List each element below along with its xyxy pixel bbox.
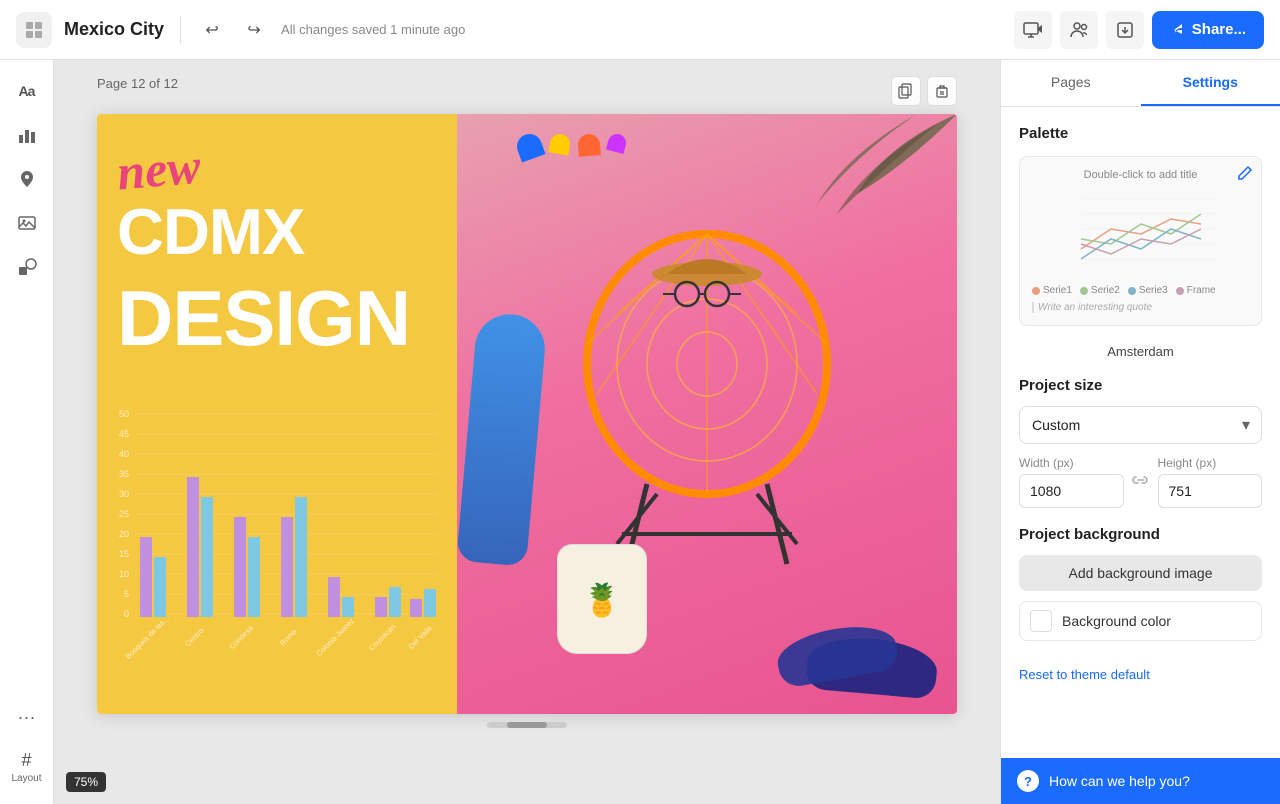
palette-edit-button[interactable] bbox=[1237, 165, 1253, 186]
sidebar-item-shapes[interactable] bbox=[8, 248, 46, 286]
project-background-title: Project background bbox=[1019, 526, 1262, 543]
palette-section: Palette Double-click to add title bbox=[1001, 107, 1280, 359]
svg-text:Centro: Centro bbox=[183, 626, 205, 648]
palette-preview-title: Double-click to add title bbox=[1032, 169, 1249, 181]
sidebar-item-more[interactable]: ··· bbox=[8, 698, 46, 736]
canvas-area[interactable]: Page 12 of 12 new CDMX bbox=[54, 60, 1000, 804]
width-label: Width (px) bbox=[1019, 456, 1124, 470]
canvas-design: DESIGN bbox=[117, 279, 410, 357]
main-area: Aa ··· # Layout Page 12 of 12 bbox=[0, 60, 1280, 804]
svg-text:Condesa: Condesa bbox=[227, 623, 255, 651]
height-group: Height (px) bbox=[1158, 456, 1263, 508]
height-input[interactable] bbox=[1158, 474, 1263, 508]
width-group: Width (px) bbox=[1019, 456, 1124, 508]
collaborate-button[interactable] bbox=[1060, 11, 1098, 49]
right-sidebar: Pages Settings Palette Double-click to a… bbox=[1000, 60, 1280, 804]
sidebar-item-image[interactable] bbox=[8, 204, 46, 242]
height-label: Height (px) bbox=[1158, 456, 1263, 470]
svg-text:25: 25 bbox=[119, 509, 129, 519]
tab-bar: Pages Settings bbox=[1001, 60, 1280, 107]
undo-button[interactable]: ↩ bbox=[197, 15, 227, 45]
svg-text:Del Valle: Del Valle bbox=[407, 624, 434, 651]
page-label: Page 12 of 12 bbox=[97, 76, 178, 91]
tab-pages[interactable]: Pages bbox=[1001, 60, 1141, 106]
project-size-dropdown[interactable]: Custom Letter A4 Instagram Post bbox=[1019, 406, 1262, 444]
project-background-section: Project background Add background image … bbox=[1001, 526, 1280, 659]
svg-text:Roma: Roma bbox=[278, 626, 299, 647]
background-color-row[interactable]: Background color bbox=[1019, 601, 1262, 641]
link-icon bbox=[1132, 471, 1150, 494]
zoom-indicator: 75% bbox=[66, 772, 106, 792]
canvas-new-text: new bbox=[115, 140, 202, 197]
svg-text:45: 45 bbox=[119, 429, 129, 439]
svg-text:Bosques de las...: Bosques de las... bbox=[124, 614, 171, 661]
project-size-section: Project size Custom Letter A4 Instagram … bbox=[1001, 359, 1280, 526]
saved-status: All changes saved 1 minute ago bbox=[281, 22, 1002, 37]
dimensions-row: Width (px) Height (px) bbox=[1019, 456, 1262, 508]
svg-text:Coyoacán: Coyoacán bbox=[367, 622, 397, 652]
svg-text:15: 15 bbox=[119, 549, 129, 559]
svg-text:30: 30 bbox=[119, 489, 129, 499]
bar-chart: 0 5 10 15 20 25 30 35 40 45 50 bbox=[97, 404, 457, 714]
svg-text:35: 35 bbox=[119, 469, 129, 479]
svg-text:10: 10 bbox=[119, 569, 129, 579]
svg-text:20: 20 bbox=[119, 529, 129, 539]
palette-legend: Serie1 Serie2 Serie3 Frame bbox=[1032, 285, 1249, 296]
svg-text:0: 0 bbox=[124, 609, 129, 619]
canvas-scrollbar[interactable] bbox=[487, 722, 567, 728]
help-bar[interactable]: ? How can we help you? bbox=[1001, 758, 1280, 804]
svg-text:5: 5 bbox=[124, 589, 129, 599]
app-logo bbox=[16, 12, 52, 48]
canvas-cdmx: CDMX bbox=[117, 199, 304, 264]
topbar-actions: Share... bbox=[1014, 11, 1264, 49]
add-background-image-button[interactable]: Add background image bbox=[1019, 555, 1262, 591]
palette-chart-svg bbox=[1061, 189, 1221, 279]
width-input[interactable] bbox=[1019, 474, 1124, 508]
layout-button[interactable]: # Layout bbox=[11, 742, 41, 792]
project-title: Mexico City bbox=[64, 19, 164, 40]
sidebar-item-chart[interactable] bbox=[8, 116, 46, 154]
canvas-left-panel: new CDMX DESIGN bbox=[97, 114, 457, 714]
export-button[interactable] bbox=[1106, 11, 1144, 49]
background-color-label: Background color bbox=[1062, 613, 1171, 629]
tab-settings[interactable]: Settings bbox=[1141, 60, 1280, 106]
palette-preview[interactable]: Double-click to add title Serie1 bbox=[1019, 156, 1262, 326]
palette-name: Amsterdam bbox=[1019, 344, 1262, 359]
project-size-dropdown-wrapper[interactable]: Custom Letter A4 Instagram Post bbox=[1019, 406, 1262, 444]
reset-theme-link[interactable]: Reset to theme default bbox=[1001, 659, 1280, 690]
background-color-swatch bbox=[1030, 610, 1052, 632]
left-sidebar: Aa ··· # Layout bbox=[0, 60, 54, 804]
palette-quote: Write an interesting quote bbox=[1032, 302, 1249, 313]
duplicate-page-button[interactable] bbox=[891, 76, 921, 106]
sidebar-item-text[interactable]: Aa bbox=[8, 72, 46, 110]
svg-text:Colonia Juarez: Colonia Juarez bbox=[314, 616, 356, 658]
redo-button[interactable]: ↪ bbox=[239, 15, 269, 45]
delete-page-button[interactable] bbox=[927, 76, 957, 106]
help-icon: ? bbox=[1017, 770, 1039, 792]
topbar: Mexico City ↩ ↪ All changes saved 1 minu… bbox=[0, 0, 1280, 60]
canvas-right-panel: 🍍 bbox=[457, 114, 957, 714]
svg-text:40: 40 bbox=[119, 449, 129, 459]
scrollbar-thumb bbox=[507, 722, 547, 728]
share-button[interactable]: Share... bbox=[1152, 11, 1264, 49]
present-button[interactable] bbox=[1014, 11, 1052, 49]
help-text: How can we help you? bbox=[1049, 773, 1190, 789]
svg-text:50: 50 bbox=[119, 409, 129, 419]
palette-title: Palette bbox=[1019, 125, 1262, 142]
sidebar-item-map[interactable] bbox=[8, 160, 46, 198]
divider bbox=[180, 16, 181, 44]
canvas-container[interactable]: new CDMX DESIGN bbox=[97, 114, 957, 714]
project-size-title: Project size bbox=[1019, 377, 1262, 394]
